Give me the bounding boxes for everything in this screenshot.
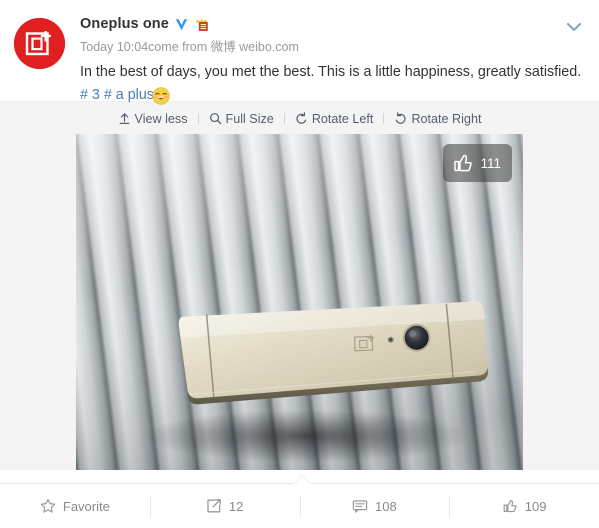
post-source-link[interactable]: weibo.com bbox=[239, 40, 299, 54]
member-crown-icon[interactable] bbox=[194, 17, 209, 32]
image-toolbar: View less Full Size Rotate Left Rotate R… bbox=[0, 102, 599, 134]
star-icon bbox=[40, 498, 56, 513]
post-header: Oneplus one Today 10:04come from 微博 weib… bbox=[0, 0, 599, 105]
squinting-smile-emoji-icon bbox=[152, 86, 170, 105]
chevron-down-icon[interactable] bbox=[563, 16, 585, 38]
view-less-label: View less bbox=[134, 111, 188, 126]
rotate-right-icon bbox=[396, 112, 406, 124]
thumbs-up-icon bbox=[454, 154, 473, 172]
media-section: View less Full Size Rotate Left Rotate R… bbox=[0, 101, 599, 470]
post-actions-bar: Favorite 12 108 109 bbox=[0, 475, 599, 528]
rotate-right-label: Rotate Right bbox=[411, 111, 482, 126]
comment-notch bbox=[294, 476, 310, 484]
post-meta: Today 10:04come from 微博 weibo.com bbox=[80, 39, 583, 55]
weibo-post-card: Oneplus one Today 10:04come from 微博 weib… bbox=[0, 0, 599, 528]
rotate-right-button[interactable]: Rotate Right bbox=[384, 112, 491, 126]
author-name[interactable]: Oneplus one bbox=[80, 15, 169, 34]
share-icon bbox=[207, 499, 221, 513]
thumbs-up-icon bbox=[503, 500, 517, 513]
photo-like-badge[interactable]: 111 bbox=[443, 144, 512, 182]
comment-icon bbox=[352, 500, 368, 513]
rotate-left-button[interactable]: Rotate Left bbox=[285, 112, 384, 126]
share-count: 12 bbox=[228, 499, 244, 514]
hashtag-link[interactable]: # 3 # a plus bbox=[80, 85, 154, 106]
full-size-label: Full Size bbox=[225, 111, 274, 126]
verified-badge-icon[interactable] bbox=[174, 17, 189, 32]
photo-like-count: 111 bbox=[480, 155, 501, 171]
photo-content bbox=[76, 134, 523, 470]
post-body-text: In the best of days, you met the best. T… bbox=[80, 64, 582, 80]
rotate-left-icon bbox=[296, 112, 307, 124]
favorite-label: Favorite bbox=[62, 499, 110, 514]
post-source-cn: 微博 bbox=[210, 40, 236, 54]
post-source-prefix: come from bbox=[148, 40, 211, 54]
post-header-text: Oneplus one Today 10:04come from 微博 weib… bbox=[80, 14, 583, 106]
post-photo[interactable]: 111 bbox=[76, 134, 523, 470]
comment-button[interactable]: 108 bbox=[299, 484, 450, 528]
magnifier-icon bbox=[209, 113, 221, 125]
share-button[interactable]: 12 bbox=[149, 484, 300, 528]
comment-count: 108 bbox=[375, 499, 397, 514]
avatar[interactable] bbox=[14, 18, 65, 69]
view-less-button[interactable]: View less bbox=[108, 112, 198, 126]
author-row: Oneplus one bbox=[80, 15, 583, 34]
like-count: 109 bbox=[524, 499, 547, 514]
rotate-left-label: Rotate Left bbox=[311, 111, 374, 126]
oneplus-logo-icon bbox=[14, 18, 65, 69]
like-button[interactable]: 109 bbox=[449, 484, 599, 528]
image-area: 111 bbox=[0, 134, 599, 470]
collapse-up-icon bbox=[119, 113, 129, 124]
full-size-button[interactable]: Full Size bbox=[199, 112, 284, 126]
favorite-button[interactable]: Favorite bbox=[0, 484, 150, 528]
post-tags-row: # 3 # a plus bbox=[80, 85, 583, 106]
post-timestamp: Today 10:04 bbox=[80, 40, 149, 54]
